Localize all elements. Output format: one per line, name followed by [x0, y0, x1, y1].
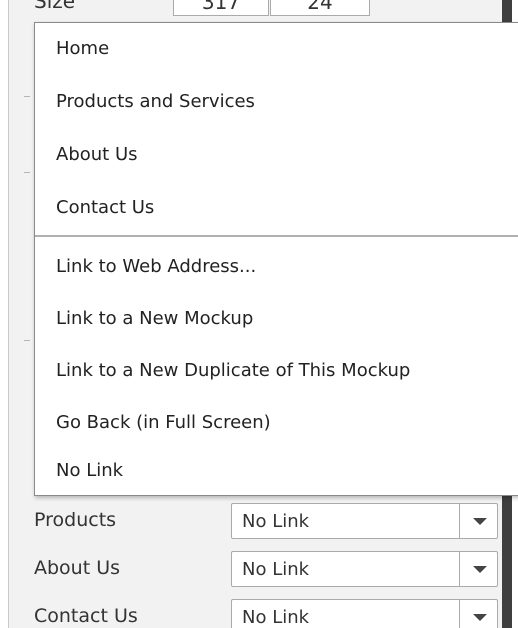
size-row: Size 317 24	[8, 0, 502, 16]
menu-item-contact-us[interactable]: Contact Us	[35, 182, 518, 234]
link-select-divider	[459, 504, 460, 538]
size-height-field[interactable]: 24	[270, 0, 370, 16]
link-select-divider	[459, 600, 460, 628]
menu-item-home[interactable]: Home	[35, 23, 518, 75]
link-row-label: About Us	[34, 557, 121, 579]
menu-separator	[35, 235, 518, 237]
menu-item-products-and-services[interactable]: Products and Services	[35, 76, 518, 128]
menu-item-link-to-web-address[interactable]: Link to Web Address...	[35, 241, 518, 293]
chevron-down-icon[interactable]	[473, 566, 487, 573]
link-select-value: No Link	[242, 559, 310, 580]
chevron-down-icon[interactable]	[473, 614, 487, 621]
chevron-down-icon[interactable]	[473, 518, 487, 525]
menu-item-link-to-new-mockup[interactable]: Link to a New Mockup	[35, 293, 518, 345]
link-row-about-us: About Us No Link	[8, 550, 502, 592]
link-row-label: Products	[34, 509, 117, 531]
menu-item-link-to-new-duplicate[interactable]: Link to a New Duplicate of This Mockup	[35, 345, 518, 397]
link-row-label: Contact Us	[34, 605, 138, 627]
link-row-contact-us: Contact Us No Link	[8, 598, 502, 628]
menu-item-no-link[interactable]: No Link	[35, 445, 518, 497]
menu-item-go-back[interactable]: Go Back (in Full Screen)	[35, 397, 518, 449]
link-dropdown-menu: Home Products and Services About Us Cont…	[34, 22, 518, 496]
link-select[interactable]: No Link	[231, 599, 498, 628]
link-select[interactable]: No Link	[231, 551, 498, 587]
link-select-value: No Link	[242, 511, 310, 532]
link-select[interactable]: No Link	[231, 503, 498, 539]
size-label: Size	[34, 0, 76, 13]
panel-tick	[24, 340, 30, 341]
link-select-value: No Link	[242, 607, 310, 628]
link-row-products: Products No Link	[8, 502, 502, 544]
panel-tick	[24, 96, 30, 97]
viewport: Size 317 24 Products No Link About Us No…	[0, 0, 518, 628]
link-select-divider	[459, 552, 460, 586]
menu-item-about-us[interactable]: About Us	[35, 129, 518, 181]
size-width-field[interactable]: 317	[173, 0, 269, 16]
panel-tick	[24, 172, 30, 173]
